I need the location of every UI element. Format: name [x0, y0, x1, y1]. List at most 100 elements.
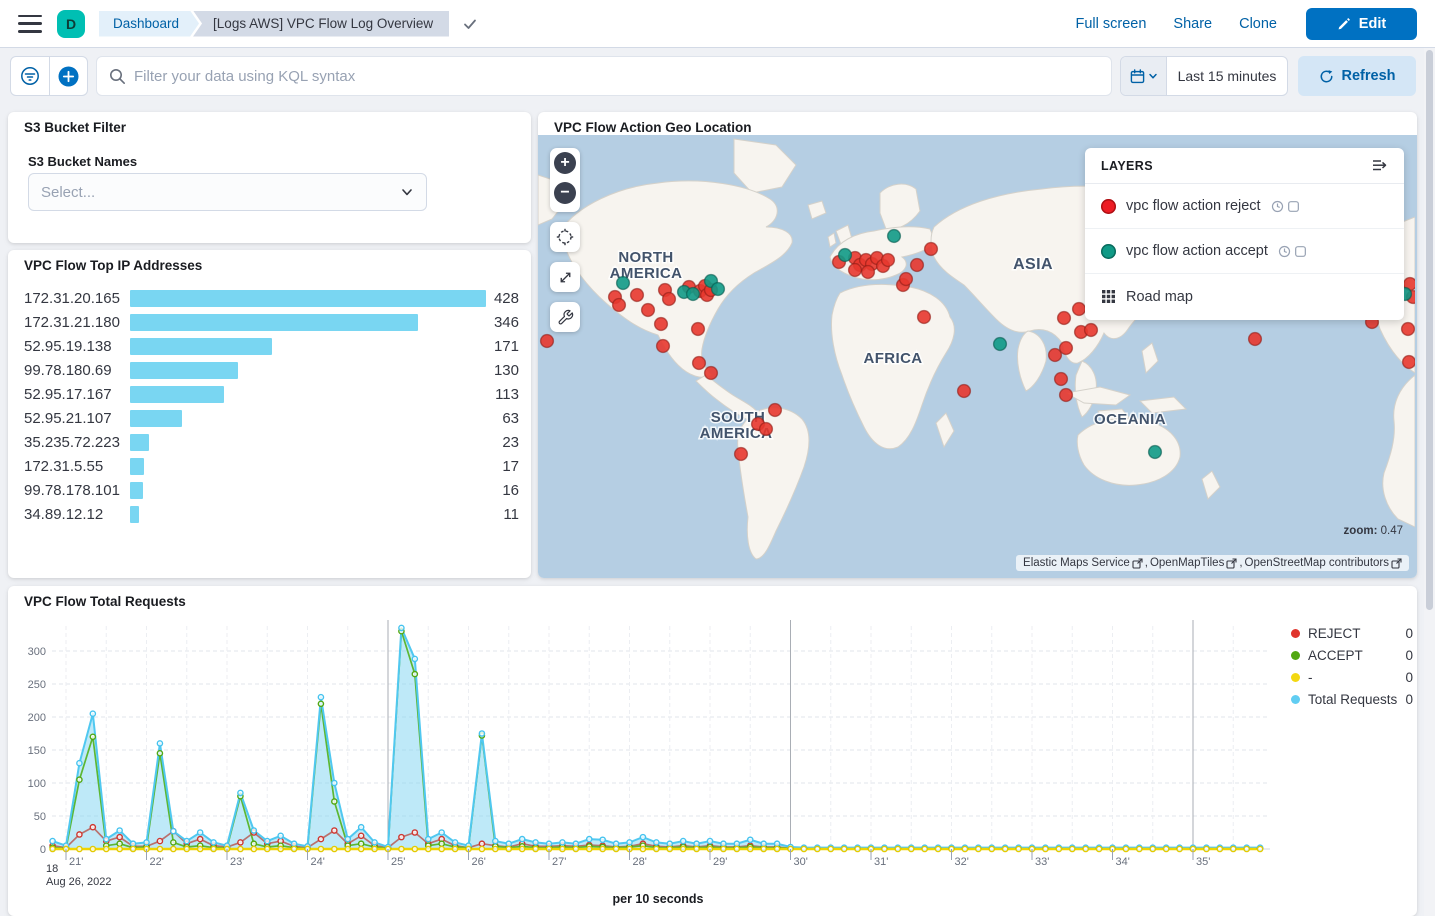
ip-row[interactable]: 172.31.21.180346: [24, 310, 519, 334]
ip-bar[interactable]: [130, 410, 182, 427]
map-dot-reject[interactable]: [1055, 373, 1068, 386]
map-dot-reject[interactable]: [657, 340, 670, 353]
ip-row[interactable]: 52.95.21.10763: [24, 406, 519, 430]
ip-count: 113: [486, 386, 519, 403]
share-button[interactable]: Share: [1173, 16, 1212, 32]
ip-bar-chart: 172.31.20.165428172.31.21.18034652.95.19…: [24, 286, 519, 526]
calendar-menu-button[interactable]: [1121, 57, 1167, 95]
set-view-icon[interactable]: [550, 222, 580, 252]
map-dot-reject[interactable]: [642, 304, 655, 317]
expand-icon[interactable]: [550, 262, 580, 292]
map-dot-reject[interactable]: [900, 273, 913, 286]
breadcrumb-current[interactable]: [Logs AWS] VPC Flow Log Overview: [193, 11, 449, 37]
map-dot-accept[interactable]: [994, 338, 1007, 351]
attribution-link[interactable]: OpenMapTiles: [1150, 557, 1224, 569]
map-dot-reject[interactable]: [862, 266, 875, 279]
avatar[interactable]: D: [57, 10, 85, 38]
series-marker: [533, 840, 538, 845]
map-dot-reject[interactable]: [1060, 389, 1073, 402]
top-navbar: D Dashboard [Logs AWS] VPC Flow Log Over…: [0, 0, 1435, 48]
map-dot-reject[interactable]: [958, 385, 971, 398]
wrench-icon[interactable]: [550, 302, 580, 332]
map-dot-reject[interactable]: [1402, 323, 1415, 336]
refresh-button[interactable]: Refresh: [1298, 56, 1416, 96]
ip-bar[interactable]: [130, 338, 272, 355]
map-dot-reject[interactable]: [925, 243, 938, 256]
legend-item-total[interactable]: Total Requests0: [1291, 688, 1413, 710]
ip-bar[interactable]: [130, 386, 224, 403]
map-dot-reject[interactable]: [1249, 333, 1262, 346]
series-marker: [77, 832, 82, 837]
ip-bar[interactable]: [130, 482, 143, 499]
menu-button[interactable]: [18, 15, 42, 33]
map-dot-reject[interactable]: [613, 299, 626, 312]
layer-item-reject[interactable]: vpc flow action reject: [1085, 184, 1404, 229]
map-zoom-out-button[interactable]: −: [550, 178, 580, 208]
ip-row[interactable]: 99.78.180.69130: [24, 358, 519, 382]
ip-row[interactable]: 172.31.5.5517: [24, 454, 519, 478]
s3-bucket-select[interactable]: Select...: [28, 173, 427, 211]
clone-button[interactable]: Clone: [1239, 16, 1277, 32]
map-dot-reject[interactable]: [1060, 342, 1073, 355]
ip-row[interactable]: 52.95.17.167113: [24, 382, 519, 406]
ip-row[interactable]: 34.89.12.1211: [24, 502, 519, 526]
attribution-link[interactable]: Elastic Maps Service: [1023, 557, 1130, 569]
external-link-icon: [1132, 558, 1143, 569]
layer-item-accept[interactable]: vpc flow action accept: [1085, 229, 1404, 274]
ip-row[interactable]: 99.78.178.10116: [24, 478, 519, 502]
legend-item-dash[interactable]: -0: [1291, 666, 1413, 688]
add-filter-button[interactable]: [50, 57, 88, 95]
map-dot-accept[interactable]: [712, 283, 725, 296]
ip-bar[interactable]: [130, 434, 149, 451]
map-dot-reject[interactable]: [631, 289, 644, 302]
full-screen-button[interactable]: Full screen: [1075, 16, 1146, 32]
attribution-link[interactable]: OpenStreetMap contributors: [1245, 557, 1389, 569]
map-dot-accept[interactable]: [1149, 446, 1162, 459]
map-dot-reject[interactable]: [911, 259, 924, 272]
map-dot-reject[interactable]: [849, 264, 862, 277]
ip-bar[interactable]: [130, 362, 238, 379]
scrollbar[interactable]: [1424, 48, 1435, 916]
ip-bar[interactable]: [130, 290, 486, 307]
ip-bar[interactable]: [130, 506, 139, 523]
ip-bar[interactable]: [130, 314, 418, 331]
scrollbar-thumb[interactable]: [1426, 50, 1433, 610]
ip-row[interactable]: 35.235.72.22323: [24, 430, 519, 454]
collapse-layers-icon[interactable]: [1371, 158, 1388, 173]
edit-button[interactable]: Edit: [1306, 8, 1417, 40]
map-dot-reject[interactable]: [655, 318, 668, 331]
map-dot-reject[interactable]: [1085, 324, 1098, 337]
layer-item-road-map[interactable]: Road map: [1085, 274, 1404, 319]
kql-search-input[interactable]: [134, 68, 1099, 85]
legend-item-reject[interactable]: REJECT0: [1291, 622, 1413, 644]
map-dot-reject[interactable]: [692, 323, 705, 336]
map-dot-reject[interactable]: [541, 335, 554, 348]
map-dot-reject[interactable]: [1058, 312, 1071, 325]
map-dot-reject[interactable]: [882, 254, 895, 267]
map-dot-reject[interactable]: [1403, 356, 1415, 369]
map-dot-reject[interactable]: [760, 423, 773, 436]
panel-total-requests: VPC Flow Total Requests 0501001502002503…: [8, 586, 1417, 916]
world-map[interactable]: NORTHAMERICASOUTHAMERICAAFRICAASIAOCEANI…: [538, 135, 1417, 578]
map-dot-accept[interactable]: [617, 277, 630, 290]
map-dot-reject[interactable]: [663, 293, 676, 306]
map-dot-reject[interactable]: [705, 367, 718, 380]
map-zoom-in-button[interactable]: +: [550, 148, 580, 178]
map-dot-reject[interactable]: [1073, 303, 1086, 316]
breadcrumb-dashboard[interactable]: Dashboard: [99, 11, 199, 37]
map-dot-accept[interactable]: [687, 288, 700, 301]
map-dot-accept[interactable]: [839, 249, 852, 262]
map-dot-reject[interactable]: [918, 311, 931, 324]
map-dot-reject[interactable]: [769, 404, 782, 417]
series-marker: [251, 846, 256, 851]
ip-bar[interactable]: [130, 458, 144, 475]
map-dot-reject[interactable]: [735, 448, 748, 461]
map-dot-reject[interactable]: [693, 357, 706, 370]
ip-row[interactable]: 52.95.19.138171: [24, 334, 519, 358]
ip-row[interactable]: 172.31.20.165428: [24, 286, 519, 310]
saved-queries-button[interactable]: [11, 57, 50, 95]
filter-controls: [10, 56, 88, 96]
time-range-value[interactable]: Last 15 minutes: [1167, 57, 1287, 95]
legend-item-accept[interactable]: ACCEPT0: [1291, 644, 1413, 666]
map-dot-accept[interactable]: [888, 230, 901, 243]
